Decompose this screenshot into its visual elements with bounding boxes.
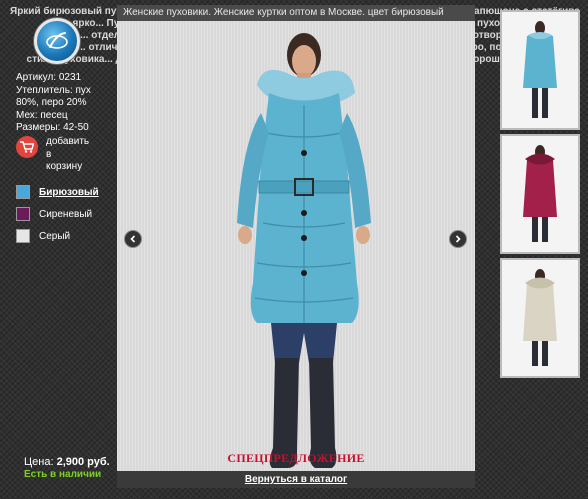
color-label: Бирюзовый xyxy=(39,186,99,198)
filling-info: Утеплитель: пух xyxy=(16,84,91,96)
sizes-info: Размеры: 42-50 xyxy=(16,122,89,133)
chevron-left-icon[interactable] xyxy=(124,230,142,248)
cart-icon[interactable] xyxy=(16,136,38,158)
lightbox-footer: Вернуться в каталог xyxy=(117,471,475,488)
color-label: Серый xyxy=(39,230,71,242)
color-label: Сиреневый xyxy=(39,208,93,220)
cart-label-line: корзину xyxy=(46,161,83,172)
price-label: Цена: xyxy=(24,456,54,468)
color-swatch xyxy=(16,229,30,243)
product-info: Артикул: 0231 Утеплитель: пух 80%, перо … xyxy=(16,72,116,135)
add-to-cart-label[interactable]: добавить в корзину xyxy=(46,136,106,174)
filling-info: 80%, перо 20% xyxy=(16,97,87,108)
color-options: Бирюзовый Сиреневый Серый xyxy=(16,181,99,247)
article-number: Артикул: 0231 xyxy=(16,72,82,83)
stock-status: Есть в наличии xyxy=(24,469,102,480)
lightbox-title: Женские пуховики. Женские куртки оптом в… xyxy=(117,5,475,21)
back-to-catalog-link[interactable]: Вернуться в каталог xyxy=(245,474,347,485)
color-swatch xyxy=(16,185,30,199)
logo-icon[interactable] xyxy=(34,18,80,64)
thumbnail-turquoise[interactable] xyxy=(500,10,580,130)
add-to-cart-button[interactable]: добавить в корзину xyxy=(16,136,106,174)
color-option-lilac[interactable]: Сиреневый xyxy=(16,203,99,225)
color-option-grey[interactable]: Серый xyxy=(16,225,99,247)
thumbnail-grey[interactable] xyxy=(500,258,580,378)
fur-info: Мех: песец xyxy=(16,109,68,121)
product-photo xyxy=(237,33,371,468)
image-lightbox: Женские пуховики. Женские куртки оптом в… xyxy=(117,5,475,488)
color-option-turquoise[interactable]: Бирюзовый xyxy=(16,181,99,203)
cart-label-line: в xyxy=(46,148,52,160)
chevron-right-icon[interactable] xyxy=(449,230,467,248)
special-offer-label: СПЕЦПРЕДЛОЖЕНИЕ xyxy=(227,451,365,465)
thumbnail-purple[interactable] xyxy=(500,134,580,254)
thumbnail-list xyxy=(500,10,580,382)
cart-label-line: добавить xyxy=(46,136,90,147)
price-value: 2,900 руб. xyxy=(56,456,110,468)
price: Цена: 2,900 руб. xyxy=(24,456,110,468)
color-swatch xyxy=(16,207,30,221)
